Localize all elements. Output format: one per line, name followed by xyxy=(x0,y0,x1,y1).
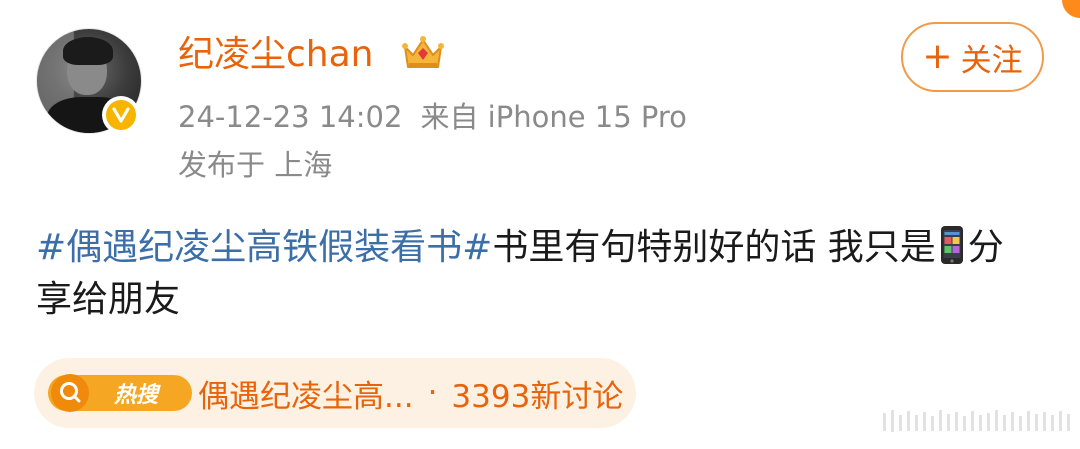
discussion-count: 3393新讨论 xyxy=(451,378,624,415)
post-text: 书里有句特别好的话 我只是 xyxy=(492,227,936,268)
watermark-decoration xyxy=(883,410,1070,432)
separator-dot: · xyxy=(427,375,438,411)
hot-search-icon: 热搜 xyxy=(48,374,192,412)
post-source: 来自 iPhone 15 Pro xyxy=(420,100,687,134)
hot-search-link[interactable]: 热搜 偶遇纪凌尘高... · 3393新讨论 xyxy=(34,358,636,428)
hot-badge-label: 热搜 xyxy=(113,383,161,408)
hot-topic: 偶遇纪凌尘高... xyxy=(198,378,414,415)
corner-decoration xyxy=(1062,0,1080,18)
plus-icon: + xyxy=(922,36,953,77)
author-name[interactable]: 纪凌尘chan xyxy=(178,32,374,78)
crown-icon xyxy=(402,36,444,68)
post-content: #偶遇纪凌尘高铁假装看书#书里有句特别好的话 我只是 分享给朋友 xyxy=(36,222,1036,326)
verified-badge-icon xyxy=(102,96,140,134)
post-timestamp: 24-12-23 14:02 xyxy=(178,100,403,134)
mobile-phone-icon xyxy=(940,226,963,264)
follow-button[interactable]: + 关注 xyxy=(901,22,1044,92)
post-location: 发布于 上海 xyxy=(178,148,333,182)
hashtag-link[interactable]: #偶遇纪凌尘高铁假装看书# xyxy=(36,227,492,268)
post-meta: 24-12-23 14:02 来自 iPhone 15 Pro xyxy=(178,97,687,137)
follow-label: 关注 xyxy=(960,42,1023,79)
author-avatar[interactable] xyxy=(36,28,142,134)
